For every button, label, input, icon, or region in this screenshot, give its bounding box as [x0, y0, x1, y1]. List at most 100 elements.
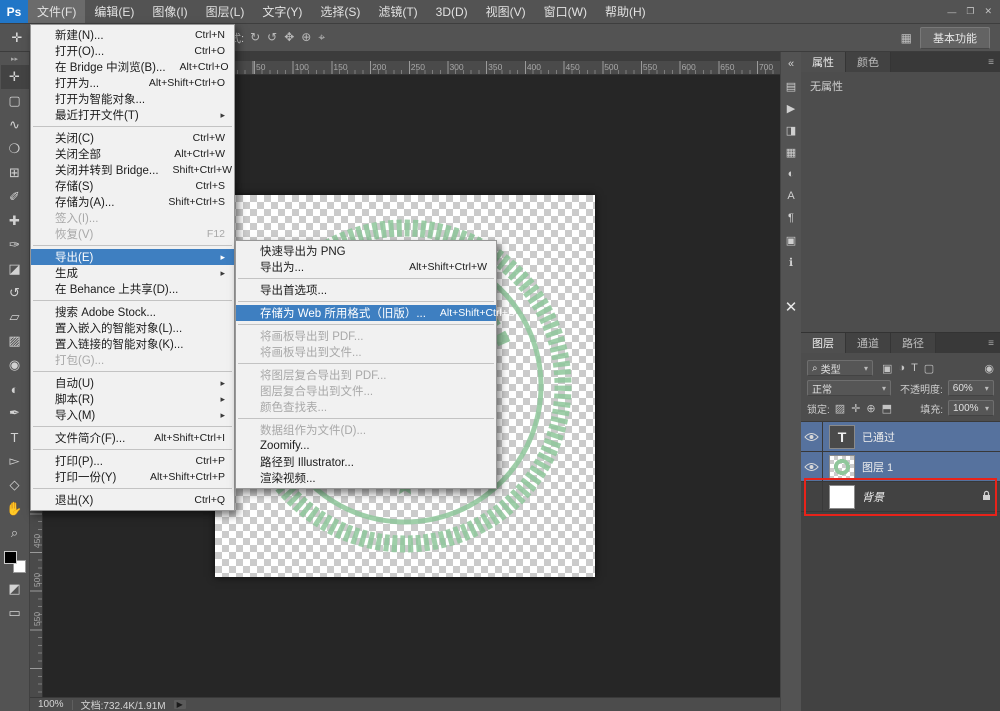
menu-item[interactable]: Zoomify... — [236, 438, 496, 454]
menu-view[interactable]: 视图(V) — [477, 0, 535, 23]
menu-select[interactable]: 选择(S) — [311, 0, 369, 23]
zoom-tool-icon[interactable]: ⌕ — [1, 521, 29, 545]
layer-thumbnail[interactable] — [829, 485, 855, 509]
3d-pan-icon[interactable]: ✥ — [284, 30, 294, 45]
shape-tool-icon[interactable]: ◇ — [1, 473, 29, 497]
menu-item[interactable]: 最近打开文件(T) — [31, 107, 234, 123]
panel-menu-icon[interactable]: ≡ — [988, 52, 1000, 72]
menu-item[interactable]: 脚本(R) — [31, 391, 234, 407]
layer-name[interactable]: 已通过 — [862, 429, 895, 445]
menu-item[interactable]: 关闭全部 Alt+Ctrl+W — [31, 146, 234, 162]
menu-item-export[interactable]: 导出(E) — [31, 249, 234, 265]
3d-slide-icon[interactable]: ⊕ — [301, 30, 311, 45]
3d-roll-icon[interactable]: ↺ — [267, 30, 277, 45]
menu-item[interactable]: 导出首选项... — [236, 282, 496, 298]
menu-item[interactable]: 关闭(C) Ctrl+W — [31, 130, 234, 146]
menu-item[interactable]: 存储为(A)... Shift+Ctrl+S — [31, 194, 234, 210]
layer-row-image[interactable]: 图层 1 — [801, 452, 1000, 482]
menu-filter[interactable]: 滤镜(T) — [369, 0, 426, 23]
menu-item[interactable]: 数据组作为文件(D)... — [236, 422, 496, 438]
menu-item[interactable]: 颜色查找表... — [236, 399, 496, 415]
status-options-arrow[interactable]: ▶ — [174, 700, 186, 709]
workspace-grid-icon[interactable]: ▦ — [901, 31, 912, 45]
menu-item[interactable]: 签入(I)... — [31, 210, 234, 226]
menu-item[interactable]: 搜索 Adobe Stock... — [31, 304, 234, 320]
menu-item[interactable]: 路径到 Illustrator... — [236, 454, 496, 470]
filter-type-layers-icon[interactable]: T — [911, 362, 918, 375]
foreground-color-swatch[interactable] — [4, 551, 17, 564]
menu-item[interactable]: 打包(G)... — [31, 352, 234, 368]
lock-position-icon[interactable]: ⊕ — [866, 402, 875, 415]
menu-item[interactable]: 文件简介(F)... Alt+Shift+Ctrl+I — [31, 430, 234, 446]
fill-select[interactable]: 100% — [948, 400, 994, 416]
filter-shape-layers-icon[interactable]: ▢ — [924, 362, 934, 375]
menu-edit[interactable]: 编辑(E) — [85, 0, 143, 23]
minimize-icon[interactable]: — — [947, 7, 956, 17]
menu-item[interactable]: 在 Behance 上共享(D)... — [31, 281, 234, 297]
opacity-select[interactable]: 60% — [948, 380, 994, 396]
info-panel-icon[interactable]: ℹ — [782, 252, 800, 272]
layer-thumbnail[interactable]: T — [829, 425, 855, 449]
tab-color[interactable]: 颜色 — [846, 52, 891, 72]
restore-icon[interactable]: ❐ — [966, 6, 974, 17]
clone-stamp-tool-icon[interactable]: ◪ — [1, 257, 29, 281]
3d-rotate-icon[interactable]: ↻ — [250, 30, 260, 45]
gradient-tool-icon[interactable]: ▨ — [1, 329, 29, 353]
menu-item[interactable]: 快速导出为 PNG — [236, 243, 496, 259]
panel-menu-icon[interactable]: ≡ — [988, 333, 1000, 353]
menu-file[interactable]: 文件(F) — [28, 0, 85, 23]
menu-item[interactable]: 渲染视频... — [236, 470, 496, 486]
collapse-tools-icon[interactable]: ▸▸ — [11, 52, 18, 65]
screen-mode-icon[interactable]: ▭ — [1, 601, 29, 625]
paragraph-panel-icon[interactable]: ¶ — [782, 208, 800, 228]
swatches-panel-icon[interactable]: ▦ — [782, 142, 800, 162]
blend-mode-select[interactable]: 正常 — [807, 380, 891, 396]
marquee-tool-icon[interactable]: ▢ — [1, 89, 29, 113]
current-tool-icon[interactable]: ✛ — [0, 30, 34, 46]
tab-paths[interactable]: 路径 — [891, 333, 936, 353]
filter-adjustment-layers-icon[interactable]: ◑ — [898, 362, 905, 375]
menu-item[interactable]: 将图层复合导出到 PDF... — [236, 367, 496, 383]
3d-scale-icon[interactable]: ⌖ — [318, 30, 325, 45]
lock-all-icon[interactable]: ⬒ — [882, 402, 892, 415]
color-swatches[interactable] — [4, 551, 26, 573]
menu-item[interactable]: 打开为... Alt+Shift+Ctrl+O — [31, 75, 234, 91]
menu-layer[interactable]: 图层(L) — [197, 0, 254, 23]
menu-item[interactable]: 打开为智能对象... — [31, 91, 234, 107]
tab-layers[interactable]: 图层 — [801, 333, 846, 353]
filter-toggle-icon[interactable]: ◉ — [984, 362, 994, 375]
lock-pixels-icon[interactable]: ✛ — [851, 402, 860, 415]
zoom-level[interactable]: 100% — [38, 699, 64, 710]
pen-tool-icon[interactable]: ✒ — [1, 401, 29, 425]
menu-item[interactable]: 打印一份(Y) Alt+Shift+Ctrl+P — [31, 469, 234, 485]
tab-properties[interactable]: 属性 — [801, 52, 846, 72]
hand-tool-icon[interactable]: ✋ — [1, 497, 29, 521]
type-tool-icon[interactable]: T — [1, 425, 29, 449]
menu-item[interactable]: 将画板导出到 PDF... — [236, 328, 496, 344]
layer-row-background[interactable]: 背景 — [801, 482, 1000, 512]
menu-type[interactable]: 文字(Y) — [253, 0, 311, 23]
menu-item[interactable]: 在 Bridge 中浏览(B)... Alt+Ctrl+O — [31, 59, 234, 75]
menu-item[interactable]: 打开(O)... Ctrl+O — [31, 43, 234, 59]
eraser-tool-icon[interactable]: ▱ — [1, 305, 29, 329]
crop-tool-icon[interactable]: ⊞ — [1, 161, 29, 185]
menu-item[interactable]: 将画板导出到文件... — [236, 344, 496, 360]
lasso-tool-icon[interactable]: ∿ — [1, 113, 29, 137]
menu-item[interactable]: 导入(M) — [31, 407, 234, 423]
styles-panel-icon[interactable]: ◨ — [782, 120, 800, 140]
history-brush-tool-icon[interactable]: ↺ — [1, 281, 29, 305]
menu-item[interactable]: 存储(S) Ctrl+S — [31, 178, 234, 194]
workspace-button[interactable]: 基本功能 — [920, 27, 990, 49]
menu-item[interactable]: 打印(P)... Ctrl+P — [31, 453, 234, 469]
close-icon[interactable]: ✕ — [785, 298, 798, 316]
menu-item[interactable]: 关闭并转到 Bridge... Shift+Ctrl+W — [31, 162, 234, 178]
quick-mask-icon[interactable]: ◩ — [1, 577, 29, 601]
menu-item[interactable]: 退出(X) Ctrl+Q — [31, 492, 234, 508]
layer-row-text[interactable]: T 已通过 — [801, 422, 1000, 452]
tab-channels[interactable]: 通道 — [846, 333, 891, 353]
menu-item[interactable]: 生成 — [31, 265, 234, 281]
menu-item[interactable]: 置入嵌入的智能对象(L)... — [31, 320, 234, 336]
path-selection-tool-icon[interactable]: ▻ — [1, 449, 29, 473]
menu-item[interactable]: 新建(N)... Ctrl+N — [31, 27, 234, 43]
blur-tool-icon[interactable]: ◉ — [1, 353, 29, 377]
